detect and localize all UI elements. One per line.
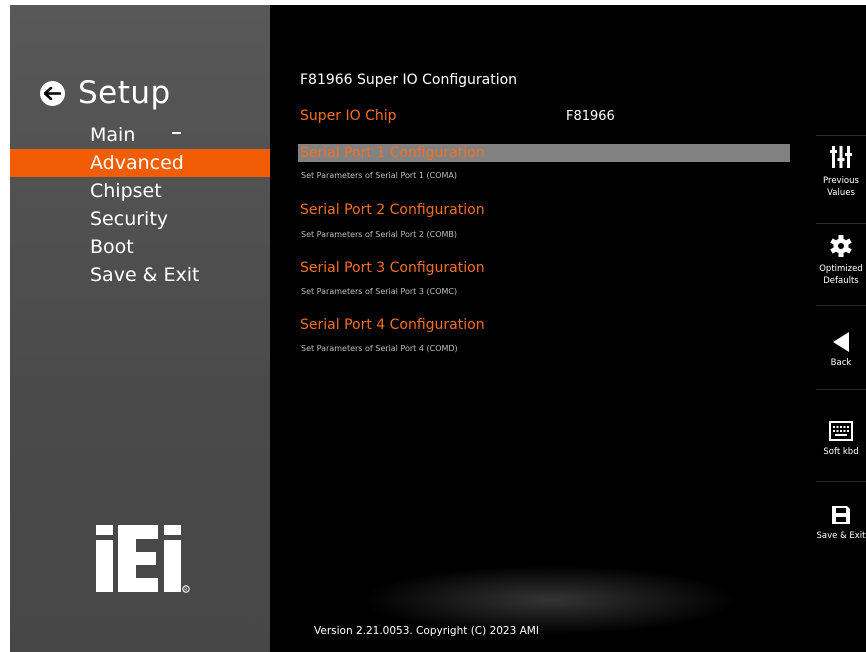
save-icon: [832, 506, 850, 524]
serial-port-1-desc: Set Parameters of Serial Port 1 (COMA): [301, 171, 457, 180]
action-label: Save & Exit: [816, 531, 866, 541]
page-title: F81966 Super IO Configuration: [300, 72, 518, 88]
soft-keyboard-button[interactable]: Soft kbd: [816, 421, 866, 458]
setup-header: Setup: [40, 75, 171, 111]
divider: [816, 223, 866, 224]
optimized-defaults-button[interactable]: Optimized Defaults: [816, 235, 866, 287]
action-label: Optimized: [819, 264, 863, 274]
divider: [816, 389, 866, 390]
menu-item-label: Chipset: [90, 180, 162, 202]
action-label: Previous: [823, 176, 859, 186]
iei-logo: R: [94, 523, 190, 599]
version-text: Version 2.21.0053. Copyright (C) 2023 AM…: [314, 625, 539, 637]
super-io-chip-value: F81966: [566, 109, 615, 124]
serial-port-4-item[interactable]: Serial Port 4 Configuration: [300, 317, 485, 333]
content-pane: F81966 Super IO Configuration Super IO C…: [270, 5, 816, 652]
serial-port-1-item[interactable]: Serial Port 1 Configuration: [298, 144, 790, 162]
action-bar: Previous Values Optimized Defaults Back …: [816, 5, 866, 652]
action-label: Defaults: [823, 276, 859, 286]
divider: [816, 135, 866, 136]
serial-port-1-title: Serial Port 1 Configuration: [300, 145, 485, 161]
svg-text:R: R: [184, 587, 187, 593]
sidebar: Setup Main Advanced Chipset Security Boo…: [10, 5, 270, 652]
menu-item-advanced[interactable]: Advanced: [10, 149, 270, 177]
menu-item-main[interactable]: Main: [10, 121, 270, 149]
serial-port-2-desc: Set Parameters of Serial Port 2 (COMB): [301, 230, 457, 239]
menu-item-label: Save & Exit: [90, 264, 200, 286]
sliders-icon: [830, 146, 852, 168]
bios-window: Setup Main Advanced Chipset Security Boo…: [10, 5, 866, 652]
gear-icon: [830, 235, 852, 257]
cursor-indicator: [172, 132, 181, 134]
keyboard-icon: [829, 421, 853, 441]
super-io-chip-label: Super IO Chip: [300, 108, 397, 124]
serial-port-3-item[interactable]: Serial Port 3 Configuration: [300, 260, 485, 276]
divider: [816, 305, 866, 306]
menu-item-label: Main: [90, 124, 136, 146]
back-arrow-icon[interactable]: [40, 80, 65, 106]
menu-item-label: Advanced: [90, 152, 184, 174]
main-menu: Main Advanced Chipset Security Boot Save…: [10, 121, 270, 289]
action-label: Soft kbd: [823, 447, 859, 457]
action-label: Values: [827, 188, 855, 198]
menu-item-save-exit[interactable]: Save & Exit: [10, 261, 270, 289]
divider: [816, 481, 866, 482]
menu-item-chipset[interactable]: Chipset: [10, 177, 270, 205]
save-exit-button[interactable]: Save & Exit: [816, 505, 866, 542]
menu-item-label: Security: [90, 208, 169, 230]
back-button[interactable]: Back: [816, 331, 866, 369]
serial-port-3-desc: Set Parameters of Serial Port 3 (COMC): [301, 287, 458, 296]
menu-item-boot[interactable]: Boot: [10, 233, 270, 261]
back-arrow-icon: [833, 332, 849, 352]
setup-title: Setup: [78, 75, 171, 111]
menu-item-label: Boot: [90, 236, 134, 258]
serial-port-2-item[interactable]: Serial Port 2 Configuration: [300, 202, 485, 218]
previous-values-button[interactable]: Previous Values: [816, 145, 866, 199]
serial-port-4-desc: Set Parameters of Serial Port 4 (COMD): [301, 344, 458, 353]
menu-item-security[interactable]: Security: [10, 205, 270, 233]
action-label: Back: [830, 358, 852, 368]
